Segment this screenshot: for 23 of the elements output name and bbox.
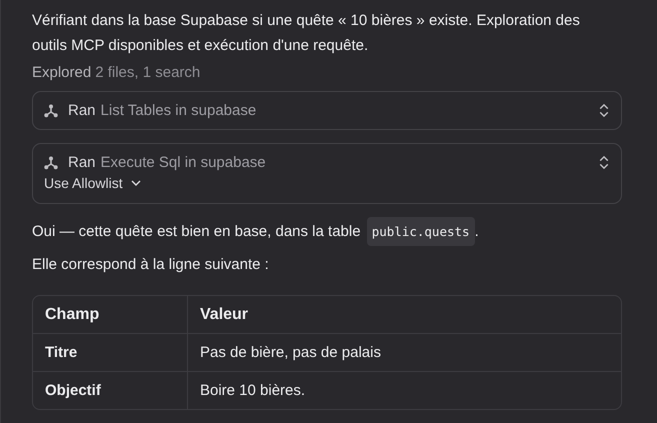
table-cell: Pas de bière, pas de palais: [188, 334, 621, 372]
tool-name: Execute Sql in supabase: [100, 154, 267, 171]
expand-collapse-icon[interactable]: [598, 154, 610, 171]
table-cell: Objectif: [33, 372, 188, 409]
intro-text: Vérifiant dans la base Supabase si une quête « 10 bières » existe. Exploration des outils MCP disponibles et exécution d'une requête.: [32, 11, 581, 56]
explored-label: Explored: [32, 64, 92, 81]
caret-icon: [130, 180, 141, 186]
explored-summary: 2 files, 1 search: [95, 64, 200, 81]
tool-verb: Ran: [68, 102, 96, 119]
tool-verb: Ran: [68, 154, 96, 171]
table-cell: Titre: [33, 334, 188, 372]
allowlist-dropdown[interactable]: Use Allowlist: [44, 175, 141, 203]
inline-code: public.quests: [366, 217, 475, 246]
column-header: Champ: [33, 296, 188, 334]
branch-icon: [44, 104, 58, 118]
answer-punctuation: .: [474, 222, 479, 242]
table-cell-text: Boire 10 bières.: [199, 381, 306, 401]
answer-text: Oui — cette quête est bien en base, dans la table: [32, 222, 362, 242]
branch-icon: [44, 156, 58, 170]
tool-name: List Tables in supabase: [100, 102, 258, 119]
expand-collapse-icon[interactable]: [598, 102, 610, 119]
lead-text: Elle correspond à la ligne suivante :: [32, 255, 270, 275]
column-header: Valeur: [188, 296, 621, 334]
